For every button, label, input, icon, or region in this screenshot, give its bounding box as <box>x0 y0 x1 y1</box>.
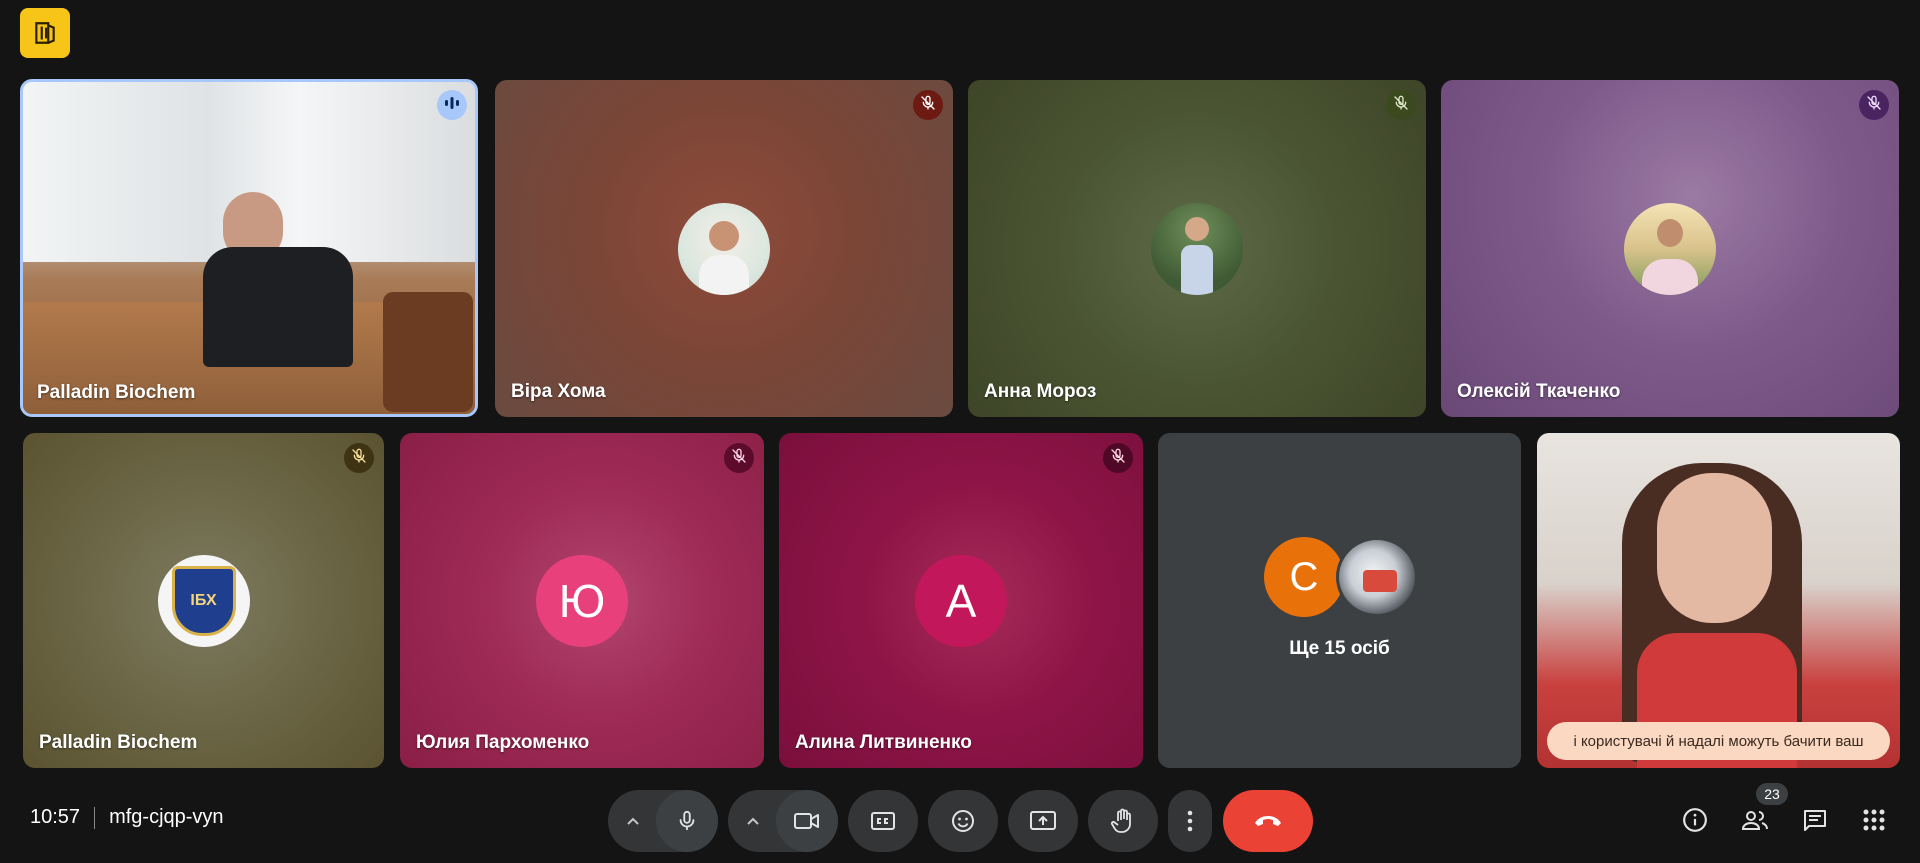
video-feed <box>23 82 475 414</box>
activities-button[interactable] <box>1854 802 1894 842</box>
participant-name: Palladin Biochem <box>39 732 198 753</box>
bottom-bar: 10:57 mfg-cjqp-vyn 23 <box>0 780 1920 863</box>
muted-indicator <box>913 90 943 120</box>
meet-window: Palladin Biochem Віра Хома Анна Мороз Ол… <box>0 0 1920 863</box>
leave-call-button[interactable] <box>1223 790 1313 852</box>
caption-toast: і користувачі й надалі можуть бачити ваш <box>1547 722 1890 760</box>
participant-tile[interactable]: Ю Юлия Пархоменко <box>400 433 764 768</box>
mic-toggle-button[interactable] <box>656 790 718 852</box>
audio-control-group <box>608 790 718 852</box>
closed-captions-icon <box>871 811 895 831</box>
participant-tile[interactable]: А Алина Литвиненко <box>779 433 1143 768</box>
video-control-group <box>728 790 838 852</box>
speaking-indicator <box>437 90 467 120</box>
more-options-button[interactable] <box>1168 790 1212 852</box>
participant-name: Олексій Ткаченко <box>1457 381 1621 402</box>
initial-avatar: C <box>1264 537 1344 617</box>
participant-tile[interactable]: ІБХ Palladin Biochem <box>23 433 384 768</box>
initial-avatar: А <box>915 554 1007 647</box>
self-view-tile[interactable]: і користувачі й надалі можуть бачити ваш <box>1537 433 1900 768</box>
chat-button[interactable] <box>1795 802 1835 842</box>
mic-off-icon <box>731 448 747 469</box>
muted-indicator <box>724 443 754 473</box>
participant-name: Юлия Пархоменко <box>416 732 590 753</box>
participant-tile[interactable]: Віра Хома <box>495 80 953 417</box>
call-end-icon <box>1253 814 1283 828</box>
avatar <box>678 202 770 295</box>
present-button[interactable] <box>1008 790 1078 852</box>
avatar <box>1336 537 1418 617</box>
chevron-up-icon <box>747 817 759 825</box>
participant-tile[interactable]: Олексій Ткаченко <box>1441 80 1899 417</box>
mic-off-icon <box>351 448 367 469</box>
apps-grid-icon <box>1863 809 1885 836</box>
participant-tile[interactable]: Анна Мороз <box>968 80 1426 417</box>
mic-icon <box>676 809 698 833</box>
mic-off-icon <box>1110 448 1126 469</box>
raise-hand-icon <box>1111 808 1135 834</box>
participant-tile[interactable]: Palladin Biochem <box>20 79 478 417</box>
audio-options-button[interactable] <box>608 790 658 852</box>
video-options-button[interactable] <box>728 790 778 852</box>
meet-logo-icon[interactable] <box>20 8 70 58</box>
meeting-details-button[interactable] <box>1675 802 1715 842</box>
participant-name: Алина Литвиненко <box>795 732 972 753</box>
participant-name: Віра Хома <box>511 381 606 402</box>
avatar <box>1624 202 1716 295</box>
meeting-code: mfg-cjqp-vyn <box>109 806 224 828</box>
muted-indicator <box>344 443 374 473</box>
chat-icon <box>1802 808 1828 837</box>
mic-off-icon <box>1866 95 1882 116</box>
participant-name: Palladin Biochem <box>37 382 196 403</box>
muted-indicator <box>1859 90 1889 120</box>
more-participants-tile[interactable]: C Ще 15 осіб <box>1158 433 1521 768</box>
present-screen-icon <box>1030 810 1056 832</box>
videocam-icon <box>794 811 820 831</box>
more-vert-icon <box>1187 810 1193 832</box>
divider <box>94 806 96 829</box>
initial-avatar: Ю <box>536 554 628 647</box>
self-video-feed <box>1537 433 1900 768</box>
caption-text: і користувачі й надалі можуть бачити ваш <box>1573 732 1864 750</box>
muted-indicator <box>1386 90 1416 120</box>
emblem-mark: ІБХ <box>190 591 217 609</box>
clock: 10:57 <box>30 806 81 828</box>
participant-name: Анна Мороз <box>984 381 1097 402</box>
camera-toggle-button[interactable] <box>776 790 838 852</box>
info-icon <box>1682 807 1708 838</box>
people-button[interactable] <box>1735 802 1775 842</box>
mic-off-icon <box>1393 95 1409 116</box>
avatar <box>1151 202 1243 295</box>
emoji-button[interactable] <box>928 790 998 852</box>
people-icon <box>1741 808 1769 837</box>
muted-indicator <box>1103 443 1133 473</box>
emoji-icon <box>951 809 975 833</box>
audio-bars-icon <box>443 96 461 115</box>
meeting-info: 10:57 mfg-cjqp-vyn <box>30 806 224 829</box>
raise-hand-button[interactable] <box>1088 790 1158 852</box>
captions-button[interactable] <box>848 790 918 852</box>
chevron-up-icon <box>627 817 639 825</box>
mic-off-icon <box>920 95 936 116</box>
institute-emblem-avatar: ІБХ <box>157 554 250 647</box>
more-participants-label: Ще 15 осіб <box>1289 638 1390 659</box>
